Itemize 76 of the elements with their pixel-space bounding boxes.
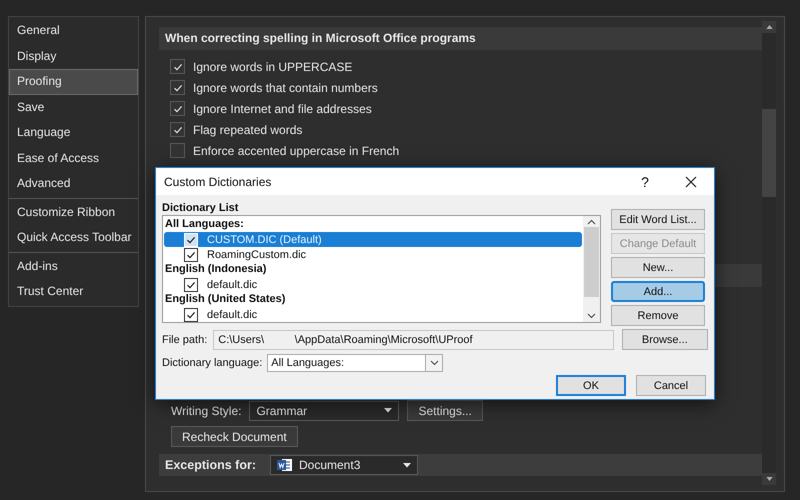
scrollbar[interactable] [762,21,776,485]
document-icon [277,458,293,472]
option-label: Enforce accented uppercase in French [193,144,400,158]
dictionary-item[interactable]: RoamingCustom.dic [164,247,582,262]
sidebar-item[interactable]: Proofing [9,69,138,94]
dictionary-item[interactable]: CUSTOM.DIC (Default) [164,232,582,247]
ok-button[interactable]: OK [556,375,626,396]
sidebar-item[interactable]: Save [9,94,138,120]
check-icon [172,82,182,92]
dialog-button[interactable]: New... [611,257,705,278]
option-label: Ignore words that contain numbers [193,80,378,94]
help-button[interactable]: ? [622,174,668,190]
dialog-button[interactable]: Edit Word List... [611,209,705,230]
checkbox[interactable] [170,143,185,158]
language-heading: English (Indonesia) [164,262,268,277]
sidebar-item[interactable]: Advanced [9,171,138,196]
scrollbar-thumb[interactable] [584,227,599,297]
close-icon[interactable] [685,176,697,188]
cancel-button[interactable]: Cancel [636,375,706,396]
scrollbar-thumb[interactable] [762,109,776,197]
checkbox[interactable] [170,101,185,116]
triangle-down-icon[interactable] [766,477,772,481]
dictionary-list[interactable]: All Languages: CUSTOM.DIC (Default) RoamingCustom.dic English (Indonesia) default.dic English (United States) default.dic [162,215,601,323]
sidebar-item[interactable]: Quick Access Toolbar [9,225,138,250]
sidebar-item[interactable]: Add-ins [9,254,138,279]
file-path-label: File path: [162,334,208,346]
dictionary-item[interactable]: default.dic [164,277,582,292]
recheck-document-button[interactable]: Recheck Document [171,426,298,447]
check-icon [172,124,182,134]
browse-button[interactable]: Browse... [622,329,708,350]
check-icon [186,280,196,290]
checkbox[interactable] [170,59,185,74]
checkbox[interactable] [170,80,185,95]
dictionary-name: default.dic [207,308,258,320]
list-label: Dictionary List [162,201,240,215]
checkbox[interactable] [184,248,198,262]
check-icon [172,62,182,72]
chevron-down-icon[interactable] [587,313,596,319]
file-path-field[interactable]: C:\Users\ \AppData\Roaming\Microsoft\UProof [213,330,614,350]
writing-style-label: Writing Style: [171,404,242,418]
sidebar-item[interactable]: Language [9,120,138,146]
scrollbar[interactable] [583,216,600,322]
dictionary-name: CUSTOM.DIC (Default) [207,234,322,246]
language-heading: English (United States) [164,292,286,307]
sidebar-item[interactable]: Trust Center [9,279,138,304]
language-dropdown[interactable]: All Languages: [267,354,444,372]
option-label: Ignore words in UPPERCASE [193,60,352,74]
sidebar-item[interactable]: Customize Ribbon [9,200,138,225]
exceptions-label: Exceptions for: [165,458,256,472]
dialog-title: Custom Dictionaries [164,174,272,188]
caret-icon [403,462,411,468]
dictionary-language-label: Dictionary language: [162,357,262,369]
checkbox[interactable] [184,278,198,292]
option-label: Ignore Internet and file addresses [193,102,372,116]
dictionary-name: default.dic [207,278,258,290]
sidebar-item[interactable]: Display [9,44,138,69]
triangle-up-icon[interactable] [766,25,772,29]
language-heading: All Languages: [164,217,245,232]
section-heading: When correcting spelling in Microsoft Office programs [159,27,764,50]
option-label: Flag repeated words [193,122,302,136]
check-icon [172,104,182,114]
chevron-up-icon[interactable] [587,219,596,225]
caret-icon [425,355,442,371]
writing-style-dropdown[interactable]: Grammar [249,400,400,420]
sidebar-item[interactable]: General [9,18,138,44]
checkbox[interactable] [170,122,185,137]
dialog-button[interactable]: Remove [611,305,705,326]
dictionary-item[interactable]: default.dic [164,307,582,322]
dictionary-name: RoamingCustom.dic [207,248,306,260]
dialog-button[interactable]: Add... [611,281,705,302]
sidebar-item[interactable]: Ease of Access [9,146,138,171]
document-dropdown[interactable]: Document3 [270,455,418,475]
check-icon [186,310,196,320]
caret-icon [384,408,392,413]
checkbox[interactable] [184,308,198,322]
settings-button[interactable]: Settings... [407,400,483,421]
